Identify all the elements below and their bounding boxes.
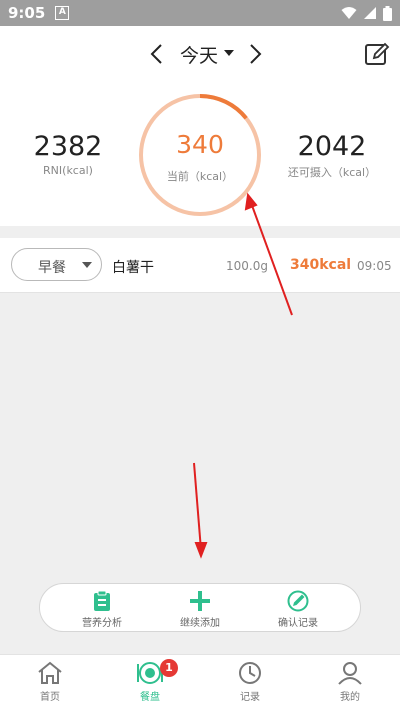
plate-badge: 1 [160,659,178,677]
food-entry-row[interactable]: 早餐 白薯干 100.0g 340kcal 09:05 [0,238,400,293]
caret-down-icon [82,262,92,268]
rni-stat: 2382 RNI(kcal) [22,131,114,177]
date-label[interactable]: 今天 [180,41,218,68]
person-icon [338,662,362,685]
app-screen: 9:05 A 今天 2382 RNI(kcal) 340 当前（kcal） 20… [0,0,400,710]
wifi-icon [341,7,357,19]
remaining-label: 还可摄入（kcal） [287,166,377,179]
nutrition-analysis-button[interactable]: 营养分析 [57,590,147,629]
date-bar: 今天 [0,26,400,82]
caret-down-icon[interactable] [224,50,234,57]
bottom-nav: 首页 1 餐盘 记录 我的 [0,654,400,710]
nav-mine-label: 我的 [340,692,360,703]
meal-type-select[interactable]: 早餐 [11,248,102,281]
nav-record-label: 记录 [240,692,260,703]
food-weight: 100.0g [226,259,268,273]
status-bar: 9:05 A [0,0,400,26]
action-bar: 营养分析 继续添加 确认记录 [39,583,361,632]
confirm-record-button[interactable]: 确认记录 [253,590,343,629]
continue-add-button[interactable]: 继续添加 [155,590,245,629]
nav-record[interactable]: 记录 [220,661,280,703]
clock-icon [239,662,261,684]
notification-icon: A [55,6,70,20]
food-calories: 340kcal [290,257,352,273]
current-calories-value: 340 [176,130,224,159]
remaining-stat: 2042 还可摄入（kcal） [282,131,382,180]
food-name: 白薯干 [112,260,154,276]
nav-home[interactable]: 首页 [20,661,80,703]
rni-value: 2382 [33,131,103,162]
plus-icon [190,591,210,611]
nav-plate-label: 餐盘 [140,692,160,703]
nav-home-label: 首页 [40,692,60,703]
nutrition-analysis-label: 营养分析 [82,618,122,629]
nav-plate[interactable]: 1 餐盘 [120,659,180,703]
chevron-left-icon[interactable] [143,40,171,68]
summary-card: 今天 2382 RNI(kcal) 340 当前（kcal） 2042 还可摄入… [0,26,400,226]
clipboard-icon [94,590,110,611]
edit-icon[interactable] [364,41,390,67]
home-icon [38,661,62,684]
chevron-right-icon[interactable] [241,40,269,68]
signal-icon [364,7,376,19]
remaining-value: 2042 [297,131,367,162]
continue-add-label: 继续添加 [180,618,220,629]
confirm-pencil-icon [287,590,309,612]
nav-mine[interactable]: 我的 [320,661,380,703]
status-time: 9:05 [8,4,46,22]
rni-label: RNI(kcal) [43,164,93,177]
confirm-record-label: 确认记录 [278,618,318,629]
meal-type-label: 早餐 [38,260,66,276]
battery-icon [383,5,392,21]
food-time: 09:05 [357,259,392,273]
current-calories-label: 当前（kcal） [166,170,234,183]
